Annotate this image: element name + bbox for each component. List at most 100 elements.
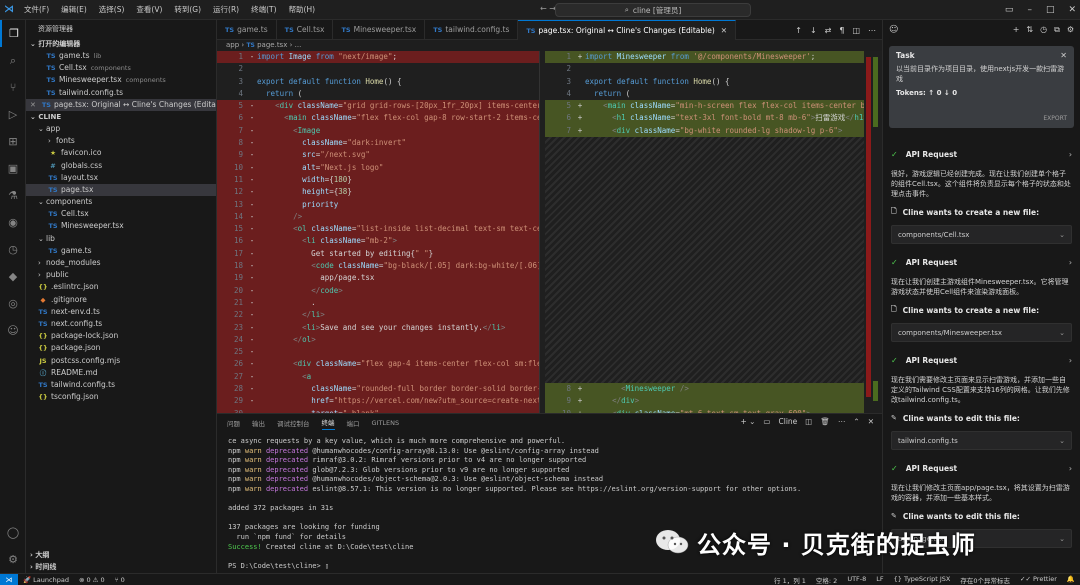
tree-file[interactable]: # globals.css	[26, 160, 216, 172]
api-request-row[interactable]: ✓ API Request ›	[883, 354, 1080, 366]
indentation[interactable]: 空格: 2	[811, 575, 842, 585]
tree-file[interactable]: TS page.tsx	[26, 183, 216, 197]
panel-tab[interactable]: 问题	[227, 418, 240, 428]
tree-file[interactable]: TS next.config.ts	[26, 318, 216, 330]
tree-file[interactable]: {} tsconfig.json	[26, 391, 216, 403]
terminal-name[interactable]: Cline	[779, 417, 798, 426]
cline-icon[interactable]: ☺	[0, 317, 26, 344]
nav-arrows[interactable]: ← →	[540, 4, 556, 13]
tree-file[interactable]: ★ favicon.ico	[26, 147, 216, 159]
panel-tab[interactable]: 终端	[321, 417, 335, 430]
add-terminal-icon[interactable]: + ⌄	[740, 417, 755, 426]
docker-icon[interactable]: ◆	[0, 263, 26, 290]
menu-go[interactable]: 转到(G)	[168, 0, 207, 20]
file-accordion[interactable]: components/Cell.tsx ⌄	[891, 225, 1072, 244]
tree-file[interactable]: TS tailwind.config.ts	[26, 379, 216, 391]
menu-selection[interactable]: 选择(S)	[93, 0, 131, 20]
diff-modified-pane[interactable]: 1 + import Minesweeper from '@/components/…	[545, 51, 864, 413]
api-request-row[interactable]: ✓ API Request ›	[883, 462, 1080, 474]
file-accordion[interactable]: components/Minesweeper.tsx ⌄	[891, 323, 1072, 342]
command-center[interactable]: ⌕ cline [管理员]	[555, 3, 751, 17]
tree-file[interactable]: ◆ .gitignore	[26, 294, 216, 306]
chrome-icon[interactable]: ◎	[0, 290, 26, 317]
toggle-whitespace-icon[interactable]: ¶	[839, 26, 844, 35]
mcp-icon[interactable]: ⇅	[1026, 25, 1033, 35]
breadcrumb-rest[interactable]: ...	[295, 41, 302, 49]
api-request-row[interactable]: ✓ API Request ›	[883, 148, 1080, 160]
close-icon[interactable]: ✕	[721, 26, 727, 35]
editor-tab[interactable]: TS Cell.tsx	[277, 20, 334, 40]
close-task-icon[interactable]: ✕	[1060, 51, 1067, 60]
tree-file[interactable]: {} package-lock.json	[26, 330, 216, 342]
ports-status[interactable]: ⑂ 0	[110, 576, 130, 584]
account-icon[interactable]: ◯	[0, 519, 26, 546]
tree-folder[interactable]: ⌄ app	[26, 123, 216, 135]
notifications-bell-icon[interactable]: 🔔	[1062, 575, 1080, 585]
panel-tab[interactable]: 输出	[252, 418, 265, 428]
run-debug-icon[interactable]: ▷	[0, 101, 26, 128]
more-actions-icon[interactable]: ⋯	[838, 417, 846, 426]
close-icon[interactable]: ✕	[30, 99, 36, 111]
language-mode[interactable]: {} TypeScript JSX	[889, 575, 956, 585]
tree-file[interactable]: ⓘ README.md	[26, 367, 216, 379]
tree-folder[interactable]: › public	[26, 269, 216, 281]
split-editor-icon[interactable]: ◫	[852, 26, 860, 35]
tree-folder[interactable]: ⌄ components	[26, 196, 216, 208]
menu-terminal[interactable]: 终端(T)	[245, 0, 282, 20]
next-change-icon[interactable]: ↓	[810, 26, 817, 35]
remote-explorer-icon[interactable]: ▣	[0, 155, 26, 182]
tree-file[interactable]: TS next-env.d.ts	[26, 306, 216, 318]
maximize-panel-icon[interactable]: ⌃	[853, 417, 859, 426]
remote-indicator-icon[interactable]: ⋊	[0, 573, 18, 585]
launchpad-item[interactable]: 🚀 Launchpad	[18, 576, 74, 584]
editor-tab[interactable]: TS tailwind.config.ts	[425, 20, 519, 40]
tree-file[interactable]: {} .eslintrc.json	[26, 281, 216, 293]
open-editors-section[interactable]: ⌄ 打开的编辑器	[26, 38, 216, 50]
open-editor-item[interactable]: TS tailwind.config.ts	[26, 87, 216, 99]
menu-edit[interactable]: 编辑(E)	[55, 0, 93, 20]
panel-tab[interactable]: GITLENS	[372, 419, 400, 427]
history-icon[interactable]: ◷	[1040, 25, 1047, 35]
close-icon[interactable]: ✕	[1068, 0, 1076, 20]
encoding[interactable]: UTF-8	[842, 575, 871, 585]
editor-tab[interactable]: TS page.tsx: Original ↔ Cline's Changes (…	[518, 20, 737, 40]
settings-gear-icon[interactable]: ⚙	[0, 546, 26, 573]
project-section[interactable]: ⌄ CLINE	[26, 111, 216, 123]
breadcrumb-folder[interactable]: app	[226, 41, 239, 49]
more-actions-icon[interactable]: ⋯	[868, 26, 876, 35]
swap-icon[interactable]: ⇄	[825, 26, 832, 35]
split-terminal-icon[interactable]: ◫	[805, 417, 812, 426]
menu-help[interactable]: 帮助(H)	[283, 0, 322, 20]
menu-view[interactable]: 查看(V)	[130, 0, 168, 20]
tree-file[interactable]: TS Cell.tsx	[26, 208, 216, 220]
search-icon[interactable]: ⌕	[0, 47, 26, 74]
gitlens-icon[interactable]: ◉	[0, 209, 26, 236]
outline-section[interactable]: › 大纲	[26, 549, 217, 561]
open-editor-item[interactable]: TS Minesweeper.tsx components	[26, 74, 216, 86]
api-request-row[interactable]: ✓ API Request ›	[883, 256, 1080, 268]
open-in-editor-icon[interactable]: ⧉	[1054, 25, 1060, 35]
diff-overview-ruler[interactable]	[864, 51, 882, 413]
layout-icon[interactable]: ▭	[1005, 0, 1014, 20]
open-editor-item[interactable]: TS Cell.tsx components	[26, 62, 216, 74]
tree-file[interactable]: JS postcss.config.mjs	[26, 355, 216, 367]
minimize-icon[interactable]: –	[1027, 0, 1032, 20]
tree-file[interactable]: TS game.ts	[26, 245, 216, 257]
panel-tab[interactable]: 端口	[347, 418, 360, 428]
editor-tab[interactable]: TS game.ts	[217, 20, 277, 40]
open-editor-item[interactable]: ✕ TS page.tsx: Original ↔ Cline's Changes …	[26, 98, 216, 111]
tree-file[interactable]: TS Minesweeper.tsx	[26, 220, 216, 232]
timeline-icon[interactable]: ◷	[0, 236, 26, 263]
extensions-icon[interactable]: ⊞	[0, 128, 26, 155]
timeline-section[interactable]: › 时间线	[26, 561, 217, 573]
close-panel-icon[interactable]: ✕	[868, 417, 874, 426]
explorer-icon[interactable]: ❐	[0, 20, 26, 47]
editor-tab[interactable]: TS Minesweeper.tsx	[333, 20, 426, 40]
problems-status[interactable]: ⊗ 0 ⚠ 0	[74, 576, 110, 584]
end-of-line[interactable]: LF	[871, 575, 888, 585]
prettier-status[interactable]: ✓✓ Prettier	[1015, 575, 1062, 585]
maximize-icon[interactable]: □	[1046, 0, 1055, 20]
breadcrumb-file[interactable]: page.tsx	[257, 41, 287, 49]
menu-run[interactable]: 运行(R)	[207, 0, 245, 20]
settings-gear-icon[interactable]: ⚙	[1067, 25, 1074, 35]
